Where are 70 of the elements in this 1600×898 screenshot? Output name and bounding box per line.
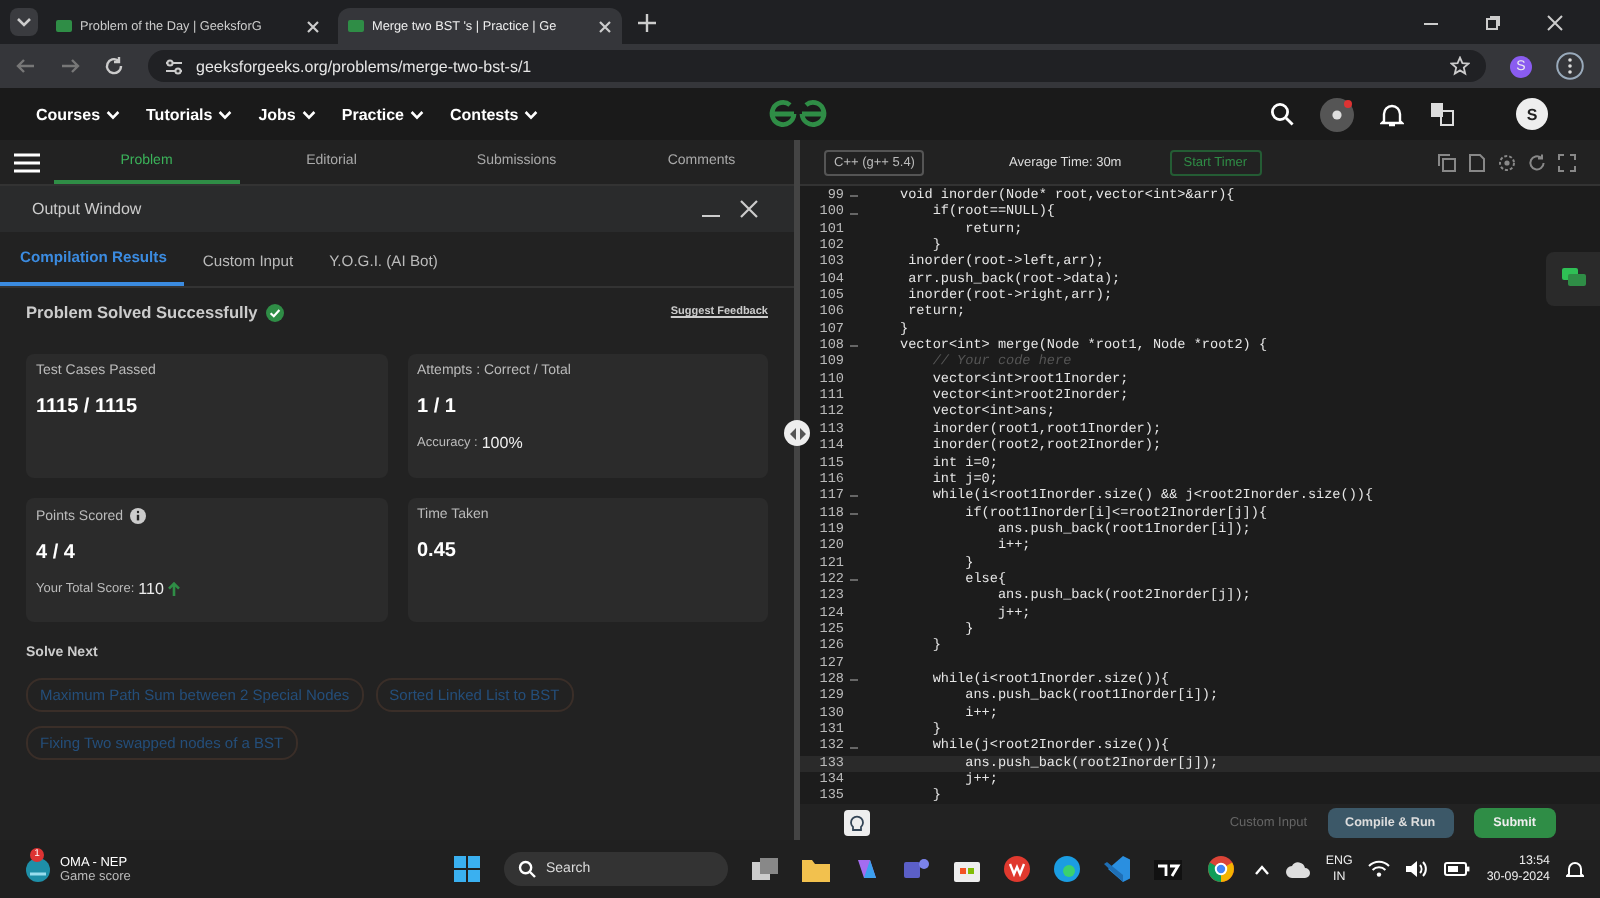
nav-menu-item[interactable]: Tutorials (146, 105, 233, 123)
favicon-icon (348, 20, 364, 32)
panel-title: Output Window (32, 200, 142, 218)
chevron-down-icon[interactable] (301, 109, 316, 119)
chevron-down-icon[interactable] (524, 109, 539, 119)
fold-marker-icon[interactable] (850, 678, 858, 683)
task-view-icon[interactable] (752, 858, 778, 880)
battery-icon[interactable] (1444, 862, 1471, 876)
nav-menu-item[interactable]: Contests (450, 105, 539, 123)
reset-icon[interactable] (1528, 153, 1546, 171)
back-icon[interactable] (16, 56, 36, 76)
chat-icon[interactable] (1561, 268, 1585, 290)
chevron-down-icon[interactable] (106, 109, 121, 119)
chevron-down-icon[interactable] (218, 109, 233, 119)
nav-menu-item[interactable]: Jobs (258, 105, 316, 123)
fullscreen-icon[interactable] (1558, 153, 1576, 171)
chrome-icon[interactable] (1206, 854, 1236, 884)
up-arrow-icon (167, 582, 180, 596)
tab-list-button[interactable] (10, 8, 38, 36)
translate-icon[interactable] (1430, 102, 1454, 126)
close-icon[interactable] (306, 19, 320, 33)
lightbulb-icon[interactable] (844, 809, 870, 835)
fold-marker-icon[interactable] (850, 745, 858, 750)
card-note-value: 100% (481, 434, 523, 452)
nav-menu-item[interactable]: Practice (341, 105, 425, 123)
store-icon[interactable] (954, 856, 980, 882)
nav-menu-item[interactable]: Courses (36, 105, 121, 123)
theme-toggle-icon[interactable] (1320, 97, 1354, 131)
address-field[interactable]: geeksforgeeks.org/problems/merge-two-bst-s/1 (148, 50, 1486, 82)
reload-icon[interactable] (104, 56, 124, 76)
card-value: 1 / 1 (417, 396, 458, 418)
folder-icon[interactable] (802, 857, 830, 881)
close-icon[interactable] (598, 19, 612, 33)
search-icon[interactable] (1270, 102, 1294, 126)
status-message: Problem Solved Successfully (26, 302, 258, 322)
fold-marker-icon[interactable] (850, 494, 858, 499)
notification-bell-icon[interactable] (1380, 101, 1404, 127)
restore-icon[interactable] (1484, 13, 1502, 31)
fold-marker-icon[interactable] (850, 194, 858, 199)
fold-marker-icon[interactable] (850, 344, 858, 349)
close-icon[interactable] (740, 200, 758, 218)
fold-marker-icon[interactable] (850, 511, 858, 516)
bookmark-star-icon[interactable] (1450, 56, 1470, 76)
site-settings-icon[interactable] (164, 57, 184, 75)
cloud-icon[interactable] (1285, 861, 1310, 877)
close-icon[interactable] (1546, 13, 1564, 31)
file-icon[interactable] (1468, 153, 1486, 171)
search-icon (518, 860, 536, 878)
card-value: 4 / 4 (36, 542, 77, 564)
forward-icon[interactable] (60, 56, 80, 76)
chevron-up-icon[interactable] (1253, 863, 1270, 875)
copy-icon[interactable] (1438, 153, 1456, 171)
new-tab-icon[interactable] (638, 13, 656, 31)
check-circle-icon (265, 303, 284, 321)
user-avatar[interactable]: S (1516, 98, 1548, 130)
card-value: 1115 / 1115 (36, 396, 140, 418)
gear-icon[interactable] (1498, 153, 1516, 171)
chevron-down-icon[interactable] (410, 109, 425, 119)
favicon-icon (56, 20, 72, 32)
fold-marker-icon[interactable] (850, 578, 858, 583)
start-icon[interactable] (454, 856, 480, 882)
notification-bell-icon[interactable] (1566, 859, 1584, 879)
card-value: 0.45 (417, 540, 458, 562)
wifi-icon[interactable] (1368, 860, 1391, 878)
chevron-down-icon[interactable] (16, 14, 32, 30)
logo-icon[interactable] (768, 98, 828, 130)
speaker-icon[interactable] (1406, 860, 1429, 878)
fold-marker-icon[interactable] (850, 211, 858, 216)
card-note-value: 110 (138, 580, 164, 598)
chat-button[interactable] (1546, 252, 1600, 306)
